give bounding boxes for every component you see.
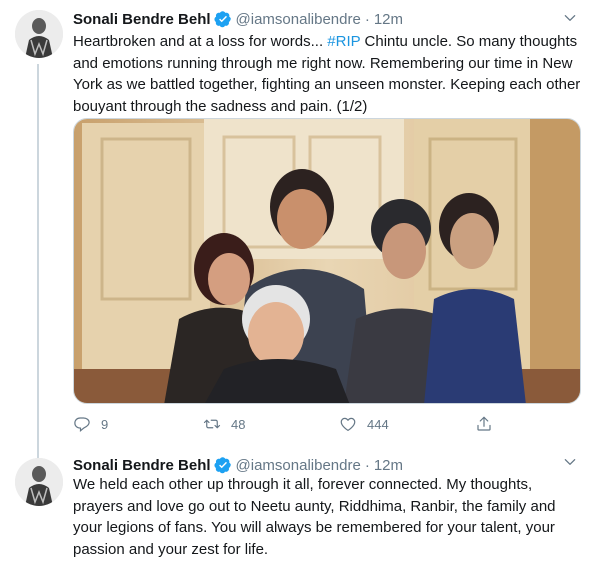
retweet-action[interactable]: 48: [203, 415, 339, 433]
verified-badge-icon: [213, 457, 231, 474]
meta-separator: ·: [364, 10, 370, 28]
author-avatar[interactable]: [15, 458, 63, 506]
tweet-text: Heartbroken and at a loss for words... #…: [73, 31, 583, 117]
reply-count: 9: [101, 416, 109, 432]
author-name[interactable]: Sonali Bendre Behl: [73, 11, 211, 28]
tweet-header: Sonali Bendre Behl @iamsonalibendre · 12…: [73, 455, 403, 475]
tweet-header: Sonali Bendre Behl @iamsonalibendre · 12…: [73, 9, 403, 29]
reply-icon: [74, 417, 90, 433]
chevron-down-icon[interactable]: [560, 8, 580, 28]
like-action[interactable]: 444: [339, 415, 475, 433]
author-name[interactable]: Sonali Bendre Behl: [73, 457, 211, 474]
tweet-photo[interactable]: [73, 118, 581, 404]
meta-separator: ·: [364, 456, 370, 474]
tweet-text-part: Heartbroken and at a loss for words...: [73, 33, 328, 50]
chevron-down-icon[interactable]: [560, 452, 580, 472]
tweet-actions: 9 48 444: [73, 413, 503, 435]
thread-connector: [37, 64, 39, 460]
tweet-timestamp[interactable]: 12m: [374, 457, 403, 474]
author-handle[interactable]: @iamsonalibendre: [236, 11, 361, 28]
tweet-timestamp[interactable]: 12m: [374, 11, 403, 28]
like-icon: [340, 417, 356, 431]
retweet-count: 48: [231, 416, 246, 432]
tweet-text: We held each other up through it all, fo…: [73, 476, 556, 558]
author-avatar[interactable]: [15, 10, 63, 58]
retweet-icon: [203, 419, 221, 429]
share-icon: [477, 416, 491, 431]
like-count: 444: [367, 416, 389, 432]
verified-badge-icon: [213, 11, 231, 28]
tweet-1[interactable]: Sonali Bendre Behl @iamsonalibendre · 12…: [0, 0, 596, 460]
share-action[interactable]: [475, 415, 493, 433]
reply-action[interactable]: 9: [73, 415, 203, 433]
hashtag-link[interactable]: #RIP: [327, 33, 360, 50]
author-handle[interactable]: @iamsonalibendre: [236, 457, 361, 474]
